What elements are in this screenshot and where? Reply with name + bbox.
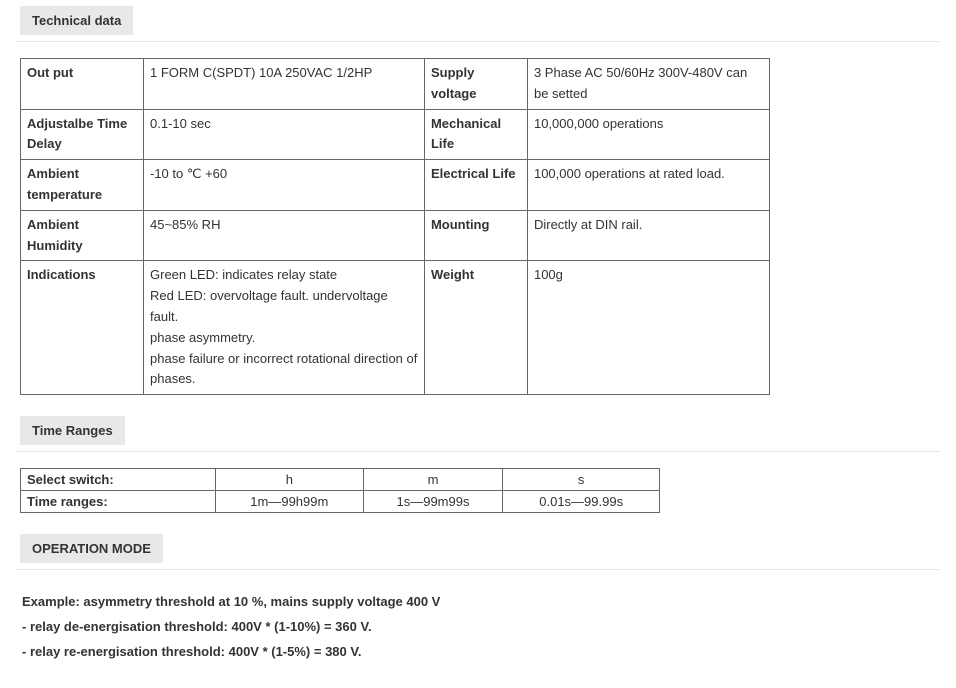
- time-col-m: m: [363, 469, 503, 491]
- spec-key: Ambient temperature: [21, 160, 144, 211]
- section-operation-mode: OPERATION MODE: [20, 534, 163, 563]
- table-row: Ambient Humidity 45~85% RH Mounting Dire…: [21, 210, 770, 261]
- indications-line: phase failure or incorrect rotational di…: [150, 351, 417, 387]
- spec-key: Mounting: [424, 210, 527, 261]
- spec-val: 1 FORM C(SPDT) 10A 250VAC 1/2HP: [144, 59, 425, 110]
- spec-val: -10 to ℃ +60: [144, 160, 425, 211]
- spec-val: Directly at DIN rail.: [527, 210, 769, 261]
- spec-key: Ambient Humidity: [21, 210, 144, 261]
- spec-val: 3 Phase AC 50/60Hz 300V-480V can be sett…: [527, 59, 769, 110]
- time-val: 0.01s—99.99s: [503, 491, 660, 513]
- operation-example: Example: asymmetry threshold at 10 %, ma…: [16, 586, 940, 668]
- section-time-ranges: Time Ranges: [20, 416, 125, 445]
- indications-line: Red LED: overvoltage fault. undervoltage…: [150, 288, 388, 324]
- example-line: - relay re-energisation threshold: 400V …: [22, 644, 361, 659]
- spec-val: 100,000 operations at rated load.: [527, 160, 769, 211]
- divider: [16, 451, 940, 452]
- indications-line: phase asymmetry.: [150, 330, 255, 345]
- table-row: Ambient temperature -10 to ℃ +60 Electri…: [21, 160, 770, 211]
- spec-val: 45~85% RH: [144, 210, 425, 261]
- time-val: 1m—99h99m: [216, 491, 364, 513]
- time-col-h: h: [216, 469, 364, 491]
- divider: [16, 41, 940, 42]
- spec-val: 10,000,000 operations: [527, 109, 769, 160]
- table-row: Select switch: h m s: [21, 469, 660, 491]
- example-line: - relay de-energisation threshold: 400V …: [22, 619, 372, 634]
- spec-val: 0.1-10 sec: [144, 109, 425, 160]
- time-col-s: s: [503, 469, 660, 491]
- spec-key: Mechanical Life: [424, 109, 527, 160]
- table-row: Out put 1 FORM C(SPDT) 10A 250VAC 1/2HP …: [21, 59, 770, 110]
- technical-data-table: Out put 1 FORM C(SPDT) 10A 250VAC 1/2HP …: [20, 58, 770, 395]
- spec-key: Supply voltage: [424, 59, 527, 110]
- indications-line: Green LED: indicates relay state: [150, 267, 337, 282]
- table-row: Time ranges: 1m—99h99m 1s—99m99s 0.01s—9…: [21, 491, 660, 513]
- table-row: Indications Green LED: indicates relay s…: [21, 261, 770, 395]
- time-row-label: Select switch:: [21, 469, 216, 491]
- spec-key: Indications: [21, 261, 144, 395]
- spec-key: Electrical Life: [424, 160, 527, 211]
- example-line: Example: asymmetry threshold at 10 %, ma…: [22, 594, 440, 609]
- spec-val: Green LED: indicates relay state Red LED…: [144, 261, 425, 395]
- time-val: 1s—99m99s: [363, 491, 503, 513]
- table-row: Adjustalbe Time Delay 0.1-10 sec Mechani…: [21, 109, 770, 160]
- spec-key: Out put: [21, 59, 144, 110]
- divider: [16, 569, 940, 570]
- spec-val: 100g: [527, 261, 769, 395]
- time-row-label: Time ranges:: [21, 491, 216, 513]
- time-ranges-table: Select switch: h m s Time ranges: 1m—99h…: [20, 468, 660, 513]
- section-technical-data: Technical data: [20, 6, 133, 35]
- spec-key: Adjustalbe Time Delay: [21, 109, 144, 160]
- spec-key: Weight: [424, 261, 527, 395]
